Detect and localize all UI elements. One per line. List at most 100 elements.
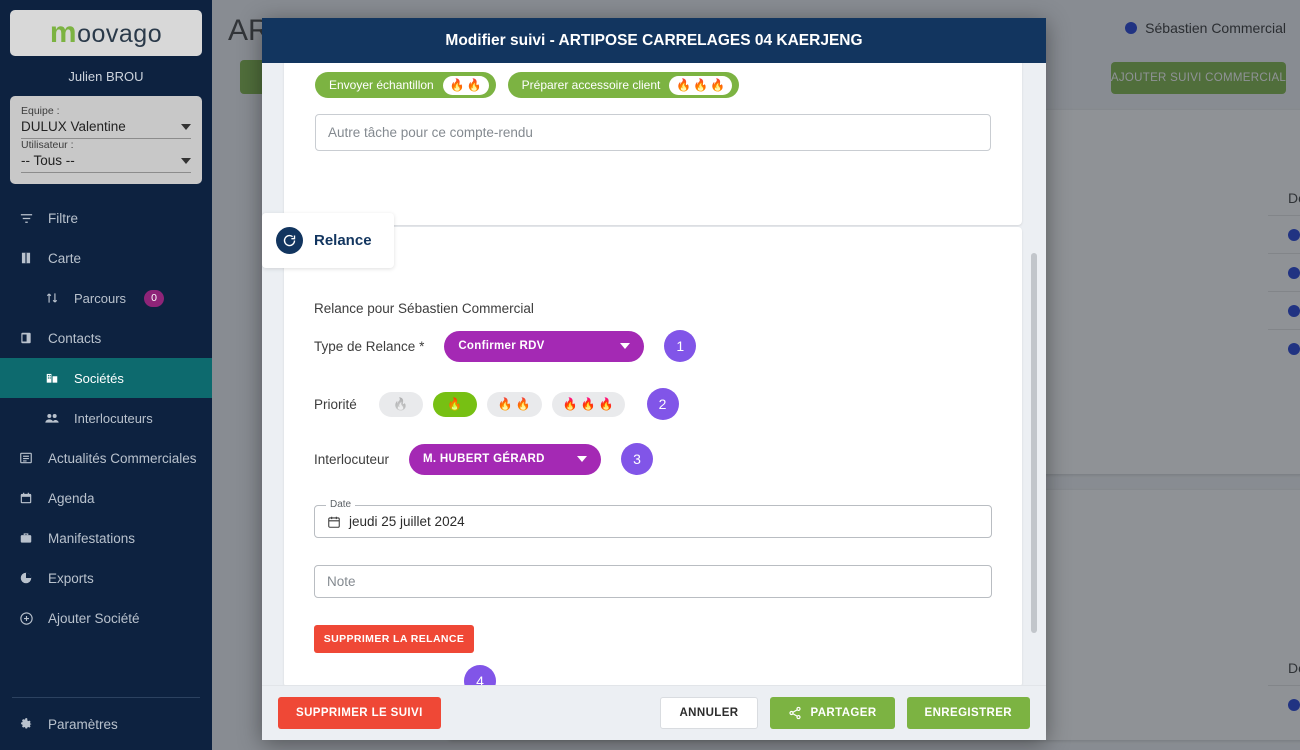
sidebar: moovago Julien BROU Equipe : DULUX Valen…	[0, 0, 212, 750]
interlocuteur-label: Interlocuteur	[314, 451, 390, 467]
modal-scrollbar[interactable]	[1031, 63, 1042, 685]
relance-subtitle: Relance pour Sébastien Commercial	[314, 301, 534, 316]
sidebar-item-label: Sociétés	[74, 370, 124, 386]
building-icon	[44, 370, 60, 386]
share-icon	[788, 706, 802, 720]
priorite-option-2[interactable]: 🔥 🔥	[486, 391, 542, 417]
logo-rest: oovago	[77, 20, 163, 48]
chevron-down-icon	[620, 343, 631, 349]
date-field[interactable]: Date jeudi 25 juillet 2024	[314, 499, 992, 538]
delete-relance-button[interactable]: SUPPRIMER LA RELANCE	[314, 625, 474, 653]
sidebar-item-label: Manifestations	[48, 530, 136, 546]
priorite-option-0[interactable]: 🔥	[378, 391, 423, 417]
share-button-label: PARTAGER	[810, 707, 877, 719]
calendar-icon	[327, 515, 341, 529]
calendar-icon	[18, 490, 34, 506]
task-chip[interactable]: Envoyer échantillon 🔥 🔥	[315, 72, 496, 98]
sidebar-item-parametres[interactable]: Paramètres	[0, 704, 212, 744]
sidebar-item-label: Carte	[48, 250, 82, 266]
callout-badge-2: 2	[646, 388, 679, 420]
flame-icon: 🔥	[515, 397, 531, 411]
modal-title: Modifier suivi - ARTIPOSE CARRELAGES 04 …	[262, 18, 1046, 63]
priorite-option-3[interactable]: 🔥 🔥 🔥	[551, 391, 625, 417]
user-filter-select[interactable]: -- Tous --	[21, 153, 191, 173]
team-filter-group: Equipe : DULUX Valentine	[21, 105, 191, 139]
flame-icon: 🔥	[466, 78, 482, 92]
gear-icon	[18, 716, 34, 732]
callout-badge-4: 4	[464, 665, 496, 685]
sidebar-item-label: Parcours	[74, 290, 127, 306]
chevron-down-icon	[577, 456, 588, 462]
contacts-icon	[18, 330, 34, 346]
task-chip-priority: 🔥 🔥	[442, 75, 489, 95]
sidebar-item-contacts[interactable]: Contacts	[0, 318, 212, 358]
sidebar-item-label: Actualités Commerciales	[48, 450, 197, 466]
flame-icon: 🔥	[676, 78, 692, 92]
task-chip-label: Préparer accessoire client	[521, 78, 661, 92]
flame-icon: 🔥	[598, 397, 614, 411]
filter-icon	[18, 210, 34, 226]
flame-icon: 🔥	[710, 78, 726, 92]
people-icon	[44, 410, 60, 426]
sidebar-item-exports[interactable]: Exports	[0, 558, 212, 598]
delete-suivi-button[interactable]: SUPPRIMER LE SUIVI	[278, 697, 441, 729]
sidebar-item-interlocuteurs[interactable]: Interlocuteurs	[0, 398, 212, 438]
scrollbar-thumb[interactable]	[1031, 253, 1037, 633]
user-filter-value: -- Tous --	[21, 153, 75, 168]
sidebar-item-actualites-commerciales[interactable]: Actualités Commerciales	[0, 438, 212, 478]
share-button[interactable]: PARTAGER	[769, 697, 895, 729]
flame-icon: 🔥	[580, 397, 596, 411]
app-logo[interactable]: moovago	[10, 10, 202, 56]
edit-suivi-modal: Modifier suivi - ARTIPOSE CARRELAGES 04 …	[262, 18, 1046, 740]
news-icon	[18, 450, 34, 466]
task-card: Envoyer échantillon 🔥 🔥 Préparer accesso…	[284, 63, 1022, 225]
sidebar-item-label: Filtre	[48, 210, 78, 226]
type-relance-value: Confirmer RDV	[458, 340, 545, 352]
sidebar-item-manifestations[interactable]: Manifestations	[0, 518, 212, 558]
map-icon	[18, 250, 34, 266]
flame-icon: 🔥	[449, 78, 465, 92]
sidebar-item-carte[interactable]: Carte	[0, 238, 212, 278]
type-relance-select[interactable]: Confirmer RDV	[444, 330, 645, 362]
parcours-count-badge: 0	[144, 289, 165, 307]
flame-icon: 🔥	[562, 397, 578, 411]
cancel-button[interactable]: ANNULER	[660, 697, 758, 729]
date-field-legend: Date	[326, 499, 356, 510]
logo-mark: m	[49, 16, 78, 49]
relance-section-label: Relance	[314, 232, 372, 249]
priorite-options: 🔥 🔥 🔥 🔥 🔥 🔥 🔥	[378, 391, 625, 417]
task-chip[interactable]: Préparer accessoire client 🔥 🔥 🔥	[507, 72, 740, 98]
priorite-option-1[interactable]: 🔥	[432, 391, 477, 417]
interlocuteur-select[interactable]: M. HUBERT GÉRARD	[409, 443, 602, 475]
refresh-circle-icon	[276, 227, 303, 254]
interlocuteur-value: M. HUBERT GÉRARD	[423, 453, 545, 465]
sidebar-item-societes[interactable]: Sociétés	[0, 358, 212, 398]
note-placeholder: Note	[327, 574, 356, 589]
flame-icon: 🔥	[447, 397, 463, 411]
user-filter-label: Utilisateur :	[21, 139, 74, 151]
briefcase-icon	[18, 530, 34, 546]
flame-icon: 🔥	[393, 397, 409, 411]
modal-body: Envoyer échantillon 🔥 🔥 Préparer accesso…	[262, 63, 1046, 685]
plus-circle-icon	[18, 610, 34, 626]
sidebar-item-label: Interlocuteurs	[74, 410, 153, 426]
sidebar-item-agenda[interactable]: Agenda	[0, 478, 212, 518]
sidebar-item-filtre[interactable]: Filtre	[0, 198, 212, 238]
sidebar-filter-card: Equipe : DULUX Valentine Utilisateur : -…	[10, 96, 202, 184]
other-task-input[interactable]: Autre tâche pour ce compte-rendu	[315, 114, 991, 151]
callout-badge-3: 3	[621, 443, 654, 475]
app-root: AR ← Sébastien Commercial AJOUTER SUIVI …	[0, 0, 1300, 750]
sidebar-item-parcours[interactable]: Parcours 0	[0, 278, 212, 318]
sidebar-item-ajouter-societe[interactable]: Ajouter Société	[0, 598, 212, 638]
sidebar-item-label: Ajouter Société	[48, 610, 140, 626]
team-filter-value: DULUX Valentine	[21, 119, 126, 134]
sidebar-item-label: Contacts	[48, 330, 102, 346]
note-field[interactable]: Note	[314, 565, 992, 598]
task-chip-priority: 🔥 🔥 🔥	[669, 75, 733, 95]
task-chip-label: Envoyer échantillon	[329, 78, 434, 92]
relance-card: Relance Relance pour Sébastien Commercia…	[262, 213, 1022, 685]
team-filter-select[interactable]: DULUX Valentine	[21, 119, 191, 139]
save-button[interactable]: ENREGISTRER	[906, 697, 1030, 729]
callout-badge-1: 1	[664, 330, 697, 362]
sidebar-divider	[12, 697, 200, 698]
